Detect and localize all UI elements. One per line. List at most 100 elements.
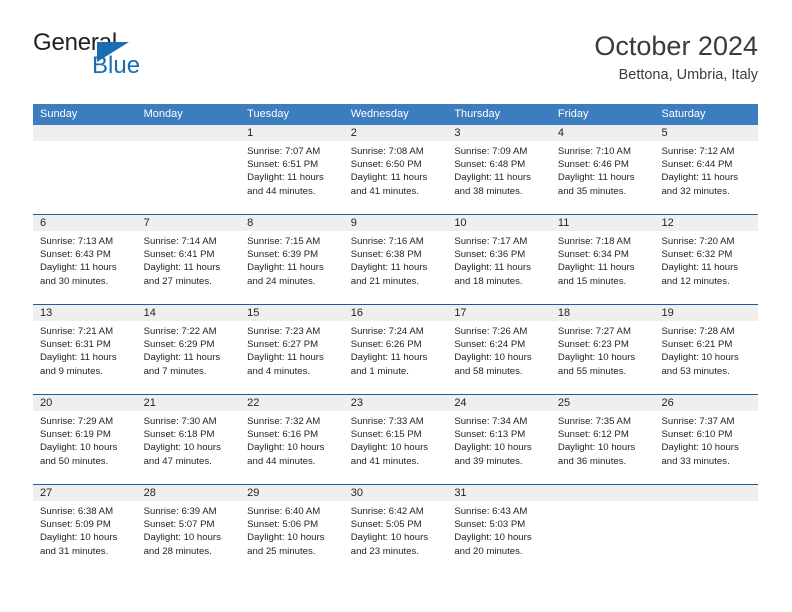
daylight-text-line1: Daylight: 11 hours (661, 172, 739, 184)
day-cell[interactable]: Sunrise: 6:38 AM Sunset: 5:09 PM Daylight:… (33, 501, 137, 563)
day-number[interactable]: 3 (447, 125, 551, 141)
day-cell[interactable]: Sunrise: 7:29 AM Sunset: 6:19 PM Daylight:… (33, 411, 137, 484)
day-number[interactable]: 12 (654, 215, 758, 231)
day-number[interactable]: 13 (33, 305, 137, 321)
day-cell[interactable]: Sunrise: 7:16 AM Sunset: 6:38 PM Daylight:… (344, 231, 448, 304)
day-number[interactable]: 18 (551, 305, 655, 321)
day-number[interactable]: 9 (344, 215, 448, 231)
day-number[interactable]: 2 (344, 125, 448, 141)
day-cell[interactable]: Sunrise: 7:34 AM Sunset: 6:13 PM Daylight:… (447, 411, 551, 484)
day-cell[interactable]: Sunrise: 6:40 AM Sunset: 5:06 PM Daylight:… (240, 501, 344, 563)
week-daynumber-band: 13 14 15 16 17 18 19 (33, 305, 758, 321)
calendar-week-row: 1 2 3 4 5 Sunrise: 7:07 AM Sunset: 6:51 PM Dayl… (33, 125, 758, 214)
day-number[interactable]: 23 (344, 395, 448, 411)
day-number[interactable]: 5 (654, 125, 758, 141)
daylight-text-line2: and 24 minutes. (247, 275, 316, 287)
day-number[interactable]: 14 (137, 305, 241, 321)
sunrise-text: Sunrise: 7:24 AM (350, 326, 424, 337)
day-number[interactable]: 17 (447, 305, 551, 321)
day-cell[interactable]: Sunrise: 7:07 AM Sunset: 6:51 PM Daylight:… (240, 141, 344, 214)
sunrise-text: Sunrise: 6:38 AM (40, 506, 114, 517)
sunset-text: Sunset: 5:07 PM (143, 519, 215, 531)
day-number[interactable]: 10 (447, 215, 551, 231)
sunset-text: Sunset: 6:21 PM (661, 339, 733, 351)
day-number[interactable]: 6 (33, 215, 137, 231)
daylight-text-line2: and 15 minutes. (557, 275, 627, 287)
sunrise-text: Sunrise: 7:34 AM (454, 416, 528, 427)
day-cell[interactable]: Sunrise: 7:26 AM Sunset: 6:24 PM Daylight:… (447, 321, 551, 394)
day-number[interactable]: 21 (137, 395, 241, 411)
day-cell[interactable]: Sunrise: 7:24 AM Sunset: 6:26 PM Daylight:… (344, 321, 448, 394)
sunset-text: Sunset: 6:31 PM (40, 339, 111, 351)
day-number[interactable]: 28 (137, 485, 241, 501)
sunset-text: Sunset: 6:34 PM (557, 249, 629, 261)
sunset-text: Sunset: 6:27 PM (247, 339, 319, 351)
day-number[interactable]: 29 (240, 485, 344, 501)
daylight-text-line1: Daylight: 11 hours (247, 352, 324, 364)
sunset-text: Sunset: 6:16 PM (247, 429, 319, 441)
day-cell[interactable]: Sunrise: 7:14 AM Sunset: 6:41 PM Daylight:… (137, 231, 241, 304)
day-cell[interactable]: Sunrise: 6:43 AM Sunset: 5:03 PM Daylight:… (447, 501, 551, 563)
weekday-header-sunday: Sunday (40, 108, 78, 120)
day-cell[interactable]: Sunrise: 6:39 AM Sunset: 5:07 PM Daylight:… (137, 501, 241, 563)
sunset-text: Sunset: 5:09 PM (40, 519, 111, 531)
day-number[interactable]: 4 (551, 125, 655, 141)
day-number[interactable]: 19 (654, 305, 758, 321)
daylight-text-line2: and 30 minutes. (40, 275, 109, 287)
day-cell[interactable]: Sunrise: 7:35 AM Sunset: 6:12 PM Daylight:… (551, 411, 655, 484)
sunset-text: Sunset: 6:10 PM (661, 429, 733, 441)
day-cell[interactable]: Sunrise: 7:12 AM Sunset: 6:44 PM Daylight:… (654, 141, 758, 214)
day-cell[interactable]: Sunrise: 7:20 AM Sunset: 6:32 PM Daylight:… (654, 231, 758, 304)
day-number[interactable]: 15 (240, 305, 344, 321)
day-cell[interactable]: Sunrise: 6:42 AM Sunset: 5:05 PM Daylight:… (344, 501, 448, 563)
day-cell[interactable]: Sunrise: 7:21 AM Sunset: 6:31 PM Daylight:… (33, 321, 137, 394)
day-cell[interactable]: Sunrise: 7:22 AM Sunset: 6:29 PM Daylight:… (137, 321, 241, 394)
calendar-week-row: 6 7 8 9 10 11 12 Sunrise: 7:13 AM Sunset: 6:43 P… (33, 214, 758, 304)
day-cell[interactable]: Sunrise: 7:27 AM Sunset: 6:23 PM Daylight:… (551, 321, 655, 394)
day-number[interactable]: 16 (344, 305, 448, 321)
week-detail-band: Sunrise: 7:29 AM Sunset: 6:19 PM Daylight:… (33, 411, 758, 484)
day-cell[interactable]: Sunrise: 7:09 AM Sunset: 6:48 PM Daylight:… (447, 141, 551, 214)
day-number[interactable]: 25 (551, 395, 655, 411)
week-daynumber-band: 27 28 29 30 31 (33, 485, 758, 501)
day-number-empty (33, 125, 137, 141)
sunrise-text: Sunrise: 7:21 AM (40, 326, 114, 337)
day-number[interactable]: 8 (240, 215, 344, 231)
sunrise-text: Sunrise: 7:17 AM (454, 236, 528, 247)
day-number[interactable]: 27 (33, 485, 137, 501)
day-cell[interactable]: Sunrise: 7:10 AM Sunset: 6:46 PM Daylight:… (551, 141, 655, 214)
day-number[interactable]: 20 (33, 395, 137, 411)
day-cell[interactable]: Sunrise: 7:23 AM Sunset: 6:27 PM Daylight:… (240, 321, 344, 394)
day-number-empty (654, 485, 758, 501)
daylight-text-line2: and 31 minutes. (40, 545, 109, 557)
day-cell[interactable]: Sunrise: 7:28 AM Sunset: 6:21 PM Daylight:… (654, 321, 758, 394)
sunset-text: Sunset: 6:50 PM (350, 159, 422, 171)
day-number[interactable]: 1 (240, 125, 344, 141)
day-number[interactable]: 7 (137, 215, 241, 231)
sunrise-text: Sunrise: 7:18 AM (557, 236, 631, 247)
daylight-text-line1: Daylight: 11 hours (454, 172, 531, 184)
sunset-text: Sunset: 6:46 PM (557, 159, 629, 171)
day-number[interactable]: 11 (551, 215, 655, 231)
day-number[interactable]: 31 (447, 485, 551, 501)
day-cell[interactable]: Sunrise: 7:32 AM Sunset: 6:16 PM Daylight:… (240, 411, 344, 484)
day-cell[interactable]: Sunrise: 7:18 AM Sunset: 6:34 PM Daylight:… (551, 231, 655, 304)
page-title: October 2024 (594, 31, 758, 61)
day-number[interactable]: 30 (344, 485, 448, 501)
week-detail-band: Sunrise: 6:38 AM Sunset: 5:09 PM Daylight:… (33, 501, 758, 563)
day-number[interactable]: 24 (447, 395, 551, 411)
day-cell[interactable]: Sunrise: 7:13 AM Sunset: 6:43 PM Daylight:… (33, 231, 137, 304)
day-cell[interactable]: Sunrise: 7:17 AM Sunset: 6:36 PM Daylight:… (447, 231, 551, 304)
day-cell[interactable]: Sunrise: 7:33 AM Sunset: 6:15 PM Daylight:… (344, 411, 448, 484)
daylight-text-line1: Daylight: 10 hours (247, 442, 325, 454)
day-cell[interactable]: Sunrise: 7:30 AM Sunset: 6:18 PM Daylight:… (137, 411, 241, 484)
daylight-text-line1: Daylight: 11 hours (40, 352, 117, 364)
weekday-header-thursday: Thursday (454, 108, 501, 120)
day-cell[interactable]: Sunrise: 7:08 AM Sunset: 6:50 PM Daylight:… (344, 141, 448, 214)
sunrise-text: Sunrise: 7:27 AM (557, 326, 631, 337)
day-cell[interactable]: Sunrise: 7:15 AM Sunset: 6:39 PM Daylight:… (240, 231, 344, 304)
day-number[interactable]: 26 (654, 395, 758, 411)
daylight-text-line1: Daylight: 10 hours (454, 532, 532, 544)
day-cell[interactable]: Sunrise: 7:37 AM Sunset: 6:10 PM Daylight:… (654, 411, 758, 484)
day-number[interactable]: 22 (240, 395, 344, 411)
